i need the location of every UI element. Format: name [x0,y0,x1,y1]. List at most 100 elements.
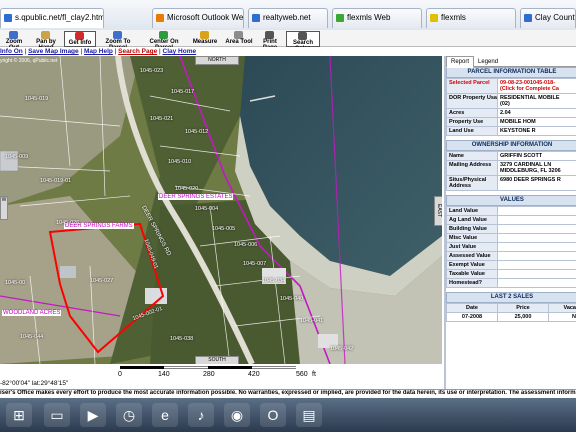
zoom-parcel-icon [113,31,122,39]
parcel-label: 1045-019-01 [40,178,72,184]
explorer-icon[interactable]: ▭ [44,403,70,427]
globe-icon [252,14,260,22]
row-value: 2.04 [497,108,576,118]
sales-table: Date Price Vacant? 07-2008 25,000 N [446,303,576,322]
column-header: Vacant? [548,303,576,313]
table-row: 07-2008 25,000 N [446,312,576,322]
pan-button[interactable]: Pan by Hand [30,31,62,51]
get-info-button[interactable]: Get Info [64,31,96,47]
tab-flexmls-web[interactable]: flexmls Web [332,8,422,28]
row-key: Situs/Physical Address [446,175,498,191]
row-key: Mailing Address [446,160,498,176]
tab-flexmls[interactable]: flexmls [426,8,516,28]
outlook-icon [156,14,164,22]
globe-icon [524,14,532,22]
row-key: Acres [446,108,498,118]
parcel-label: 1045-007 [243,261,267,267]
table-row: Taxable Value [446,269,576,279]
subdivision-label: WOODLAND ACRES [2,310,62,316]
scale-tick: 0 [118,371,122,378]
center-icon [159,31,168,39]
clay-home-link[interactable]: Clay Home [163,48,197,55]
parcel-label: 1045-023 [140,68,164,74]
scale-unit: ft [312,371,316,378]
search-sales-icon [298,32,307,40]
row-value [497,251,576,261]
pan-west-button[interactable]: W [0,196,8,220]
row-value [497,215,576,225]
parcel-label: 1045-044 [20,334,44,340]
tab-outlook[interactable]: Microsoft Outlook Web [152,8,244,28]
parcel-label: 1045-009 [5,154,29,160]
table-row: Acres 2.04 [446,108,576,118]
table-row: Building Value [446,224,576,234]
firefox-icon[interactable]: ◉ [224,403,250,427]
search-page-link[interactable]: Search Page [118,48,157,55]
table-header-row: Date Price Vacant? [446,303,576,313]
pan-east-button[interactable]: EAST [434,196,442,226]
row-key: Misc Value [446,233,498,243]
zoom-out-button[interactable]: Zoom Out [0,31,28,51]
parcel-label: 1045-026 [56,220,80,226]
parcel-label: 1045-006 [234,242,258,248]
row-key: Name [446,151,498,161]
pan-north-button[interactable]: NORTH [195,56,239,65]
flexmls-icon [336,14,344,22]
window-icon[interactable]: ▤ [296,403,322,427]
parcel-number-link[interactable]: 09-08-23-001045-018- (Click for Complete… [497,78,576,94]
values-header: VALUES [446,195,576,206]
tab-label: Microsoft Outlook Web [167,13,244,22]
table-row: Mailing Address 3279 CARDINAL LN MIDDLEB… [446,160,576,176]
clock-icon[interactable]: ◷ [116,403,142,427]
internet-explorer-icon[interactable]: e [152,403,178,427]
search-sales-button[interactable]: Search Sales [286,31,320,52]
table-row: Name GRIFFIN SCOTT [446,151,576,161]
subdivision-label: DEER SPRINGS ESTATES [158,194,234,200]
center-on-parcel-button[interactable]: Center On Parcel [142,31,186,51]
zoom-to-parcel-button[interactable]: Zoom To Parcel [96,31,140,51]
parcel-label: 1045-041 [300,318,324,324]
parcel-info-table: Selected Parcel 09-08-23-001045-018- (Cl… [446,78,576,136]
parcel-label: 1045-020 [175,186,199,192]
tab-clay-county[interactable]: Clay County Pr [520,8,576,28]
parcel-label: 1045-040 [280,296,304,302]
table-row: Assessed Value [446,251,576,261]
aerial-map[interactable]: yright © 2006, qPublic.net NORTH SOUTH E… [0,56,442,364]
map-help-link[interactable]: Map Help [84,48,113,55]
tab-qpublic[interactable]: s.qpublic.net/fl_clay2.html?parcel [0,8,104,28]
column-header: Date [446,303,498,313]
save-map-image-link[interactable]: Save Map Image [28,48,79,55]
ownership-table: Name GRIFFIN SCOTT Mailing Address 3279 … [446,151,576,191]
tab-legend[interactable]: Legend [474,57,502,67]
area-tool-button[interactable]: Area Tool [224,31,254,45]
media-player-icon[interactable]: ▶ [80,403,106,427]
table-row: Land Value [446,206,576,216]
pan-south-button[interactable]: SOUTH [195,356,239,364]
row-value [497,233,576,243]
row-key: Land Value [446,206,498,216]
parcel-label: 1045-010 [168,159,192,165]
tab-realtyweb[interactable]: realtyweb.net [248,8,328,28]
row-value: RESIDENTIAL MOBILE (02) [497,93,576,109]
print-page-button[interactable]: Print Page [256,31,284,51]
parcel-label: 1045-019 [25,96,49,102]
table-row: Exempt Value [446,260,576,270]
row-key: Land Use [446,126,498,136]
tab-report[interactable]: Report [446,56,475,68]
info-on-link[interactable]: Info On [0,48,23,55]
row-value [497,224,576,234]
measure-button[interactable]: Measure [188,31,222,45]
row-value [497,206,576,216]
row-key: Selected Parcel [446,78,498,94]
opera-icon[interactable]: O [260,403,286,427]
tab-favicon-icon [4,14,12,22]
row-value: GRIFFIN SCOTT [497,151,576,161]
tab-label: Clay County Pr [535,13,575,22]
panel-tabs: Report Legend [446,56,576,68]
start-button[interactable]: ⊞ [6,403,32,427]
row-value [497,278,576,288]
table-row: Just Value [446,242,576,252]
itunes-icon[interactable]: ♪ [188,403,214,427]
parcel-info-panel: Report Legend PARCEL INFORMATION TABLE Se… [444,56,576,389]
tab-label: flexmls [441,13,466,22]
